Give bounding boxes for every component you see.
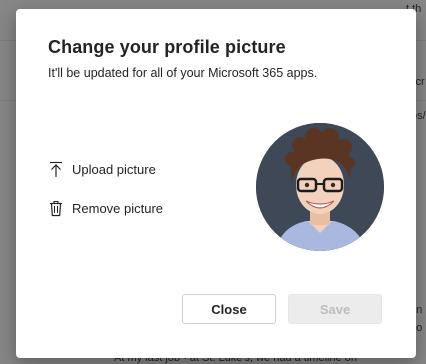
remove-picture-button[interactable]: Remove picture [48, 197, 163, 219]
upload-picture-button[interactable]: Upload picture [48, 158, 156, 180]
profile-picture-dialog: Change your profile picture It'll be upd… [16, 9, 416, 358]
dialog-title: Change your profile picture [48, 37, 286, 57]
avatar [256, 123, 384, 251]
dialog-subtitle: It'll be updated for all of your Microso… [48, 66, 318, 80]
upload-icon [48, 160, 64, 178]
save-button[interactable]: Save [288, 294, 382, 324]
upload-picture-label: Upload picture [72, 161, 156, 177]
close-button[interactable]: Close [182, 294, 276, 324]
remove-picture-label: Remove picture [72, 200, 164, 216]
trash-icon [48, 199, 64, 217]
